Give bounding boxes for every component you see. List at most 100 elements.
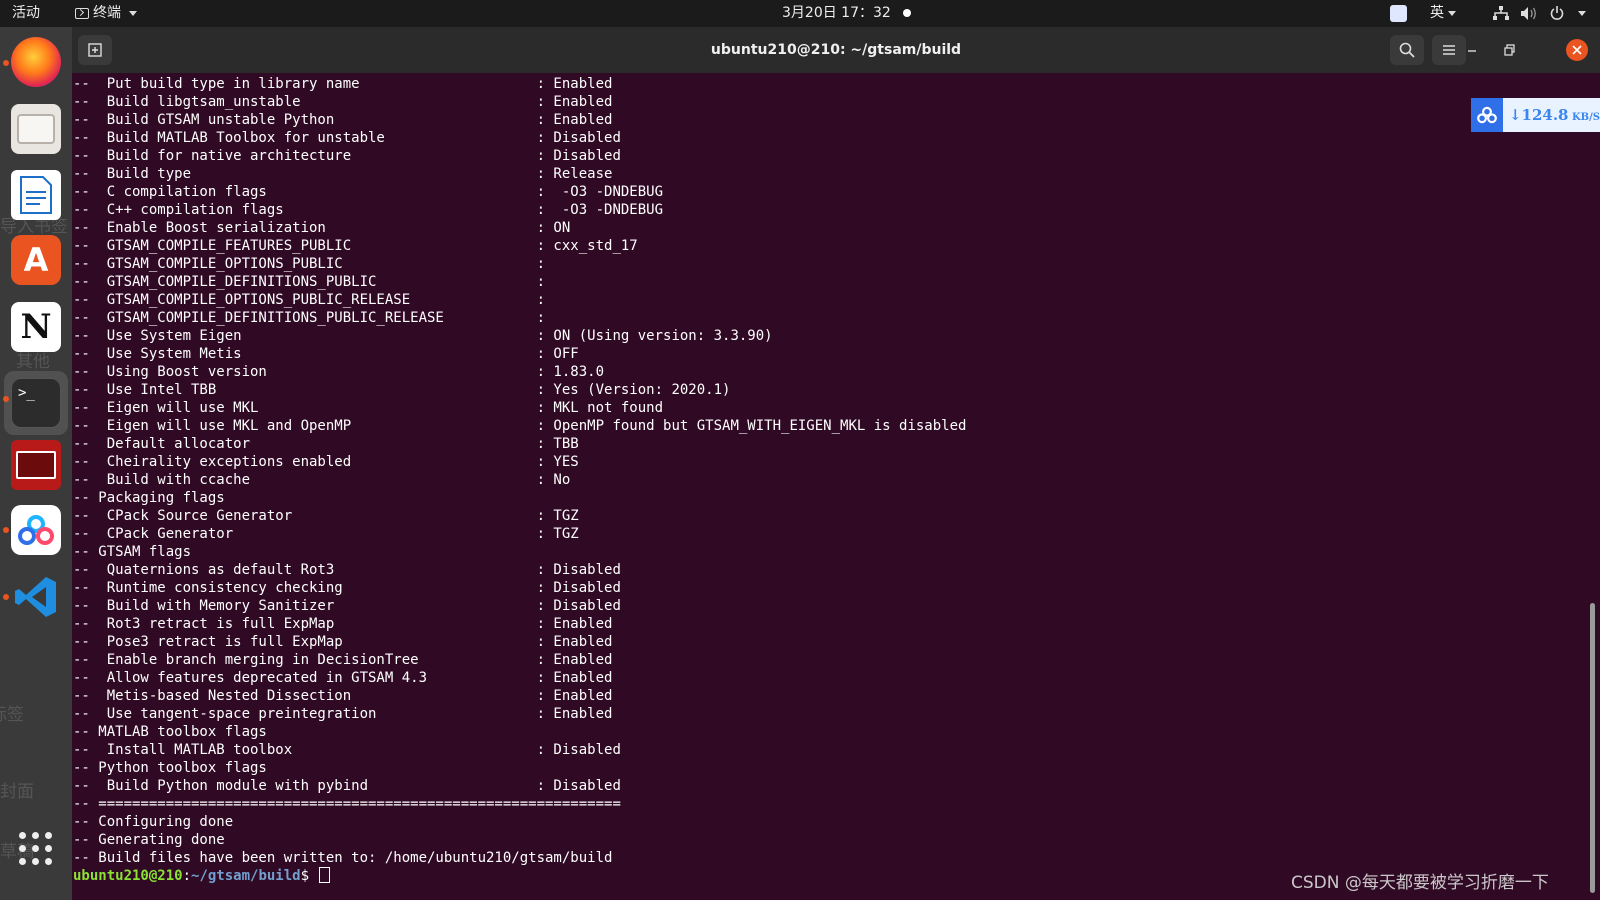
network-icon[interactable] xyxy=(1493,6,1509,20)
terminal-line: -- Configuring done xyxy=(73,814,234,830)
terminal-line: -- Cheirality exceptions enabled : YES xyxy=(73,454,579,470)
new-tab-icon xyxy=(88,43,102,57)
terminal-line: -- Enable branch merging in DecisionTree… xyxy=(73,652,613,668)
chevron-down-icon xyxy=(1448,10,1456,16)
close-button[interactable] xyxy=(1566,39,1588,61)
document-icon xyxy=(20,176,52,214)
speed-unit: KB/S xyxy=(1568,112,1600,123)
terminal-line: -- Build with ccache : No xyxy=(73,472,571,488)
search-button[interactable] xyxy=(1390,35,1424,65)
volume-icon[interactable] xyxy=(1521,7,1537,20)
maximize-button[interactable] xyxy=(1500,40,1520,60)
baidu-netdisk-tray-icon[interactable] xyxy=(1390,5,1407,22)
prompt-separator: : xyxy=(182,868,192,884)
terminal-output[interactable]: -- Put build type in library name : Enab… xyxy=(72,73,1600,900)
notion-icon[interactable]: N xyxy=(11,302,61,352)
terminal-line: -- Use tangent-space preintegration : En… xyxy=(73,706,613,722)
terminal-line: -- Python toolbox flags xyxy=(73,760,267,776)
remote-desktop-icon[interactable] xyxy=(11,440,61,490)
libreoffice-writer-icon[interactable] xyxy=(11,170,61,220)
terminal-line: -- GTSAM flags xyxy=(73,544,192,560)
restore-icon xyxy=(1504,44,1515,56)
terminal-line: -- Rot3 retract is full ExpMap : Enabled xyxy=(73,616,613,632)
terminal-line: -- Using Boost version : 1.83.0 xyxy=(73,364,605,380)
search-icon xyxy=(1399,42,1415,58)
terminal-line: -- Build files have been written to: /ho… xyxy=(73,850,613,866)
vscode-icon[interactable] xyxy=(11,572,61,622)
power-icon[interactable] xyxy=(1550,6,1564,20)
prompt-path: ~/gtsam/build xyxy=(191,868,301,884)
bg-text: 封面 xyxy=(0,782,34,802)
csdn-watermark: CSDN @每天都要被学习折磨一下 xyxy=(1291,873,1549,893)
terminal-line: -- Use System Metis : OFF xyxy=(73,346,579,362)
close-icon xyxy=(1572,45,1582,55)
input-method-indicator[interactable]: 英 xyxy=(1430,0,1456,27)
terminal-line: -- Put build type in library name : Enab… xyxy=(73,76,613,92)
terminal-line: -- Pose3 retract is full ExpMap : Enable… xyxy=(73,634,613,650)
baidu-netdisk-icon xyxy=(1471,98,1503,132)
cloud-icon xyxy=(18,515,54,545)
terminal-line: -- GTSAM_COMPILE_DEFINITIONS_PUBLIC_RELE… xyxy=(73,310,546,326)
show-apps-grid-icon[interactable] xyxy=(19,832,53,866)
terminal-line: -- C compilation flags : -O3 -DNDEBUG xyxy=(73,184,664,200)
app-center-icon[interactable]: A xyxy=(11,235,61,285)
running-indicator xyxy=(3,396,9,402)
terminal-line: -- =====================================… xyxy=(73,796,621,812)
terminal-line: -- CPack Generator : TGZ xyxy=(73,526,579,542)
top-bar: 活动 终端 3月20日 17：32 英 xyxy=(0,0,1600,27)
app-menu[interactable]: 终端 xyxy=(75,0,137,27)
terminal-line: -- C++ compilation flags : -O3 -DNDEBUG xyxy=(73,202,664,218)
clock[interactable]: 3月20日 17：32 xyxy=(782,0,891,27)
notification-dot-icon xyxy=(903,9,911,17)
terminal-line: -- Eigen will use MKL : MKL not found xyxy=(73,400,664,416)
terminal-line: -- Generating done xyxy=(73,832,225,848)
hamburger-menu-button[interactable] xyxy=(1432,35,1466,65)
terminal-line: -- Packaging flags xyxy=(73,490,225,506)
system-menu-chevron-icon[interactable] xyxy=(1574,0,1586,27)
terminal-line: -- Build GTSAM unstable Python : Enabled xyxy=(73,112,613,128)
terminal-line: -- MATLAB toolbox flags xyxy=(73,724,267,740)
running-indicator xyxy=(3,594,9,600)
download-speed-widget[interactable]: ↓124.8 KB/S xyxy=(1471,98,1600,132)
bg-text: 标签 xyxy=(0,705,24,725)
window-title: ubuntu210@210: ~/gtsam/build xyxy=(710,42,962,58)
cloud-icon xyxy=(1477,106,1497,124)
minimize-button[interactable] xyxy=(1462,40,1482,60)
terminal-line: -- GTSAM_COMPILE_FEATURES_PUBLIC : cxx_s… xyxy=(73,238,638,254)
download-speed-value: ↓124.8 KB/S xyxy=(1502,98,1600,132)
terminal-line: -- GTSAM_COMPILE_DEFINITIONS_PUBLIC : xyxy=(73,274,546,290)
vscode-logo-icon xyxy=(15,577,56,617)
terminal-line: -- CPack Source Generator : TGZ xyxy=(73,508,579,524)
firefox-icon[interactable] xyxy=(11,37,61,87)
scrollbar[interactable] xyxy=(1590,603,1595,893)
prompt-symbol: $ xyxy=(300,868,318,884)
terminal-line: -- Enable Boost serialization : ON xyxy=(73,220,571,236)
minimize-icon xyxy=(1468,50,1476,52)
running-indicator xyxy=(3,60,9,66)
running-indicator xyxy=(3,527,9,533)
terminal-line: -- Build type : Release xyxy=(73,166,613,182)
terminal-line: -- Metis-based Nested Dissection : Enabl… xyxy=(73,688,613,704)
hamburger-icon xyxy=(1443,45,1455,55)
activities-button[interactable]: 活动 xyxy=(12,0,40,27)
terminal-line: -- Build Python module with pybind : Dis… xyxy=(73,778,621,794)
terminal-line: -- Build with Memory Sanitizer : Disable… xyxy=(73,598,621,614)
dock: 导入书签 其他 标签 封面 草稿 A N >_ xyxy=(0,27,72,900)
terminal-line: -- Runtime consistency checking : Disabl… xyxy=(73,580,621,596)
terminal-line: -- GTSAM_COMPILE_OPTIONS_PUBLIC : xyxy=(73,256,546,272)
new-tab-button[interactable] xyxy=(78,35,112,65)
app-menu-label: 终端 xyxy=(93,5,121,21)
terminal-line: -- Build for native architecture : Disab… xyxy=(73,148,621,164)
terminal-line: -- Install MATLAB toolbox : Disabled xyxy=(73,742,621,758)
shell-prompt[interactable]: ubuntu210@210:~/gtsam/build$ xyxy=(73,867,966,885)
terminal-icon xyxy=(75,8,89,19)
files-icon[interactable] xyxy=(11,104,61,154)
terminal-line: -- Use Intel TBB : Yes (Version: 2020.1) xyxy=(73,382,731,398)
terminal-app-icon[interactable]: >_ xyxy=(11,378,61,428)
terminal-line: -- GTSAM_COMPILE_OPTIONS_PUBLIC_RELEASE … xyxy=(73,292,546,308)
terminal-line: -- Build MATLAB Toolbox for unstable : D… xyxy=(73,130,621,146)
baidu-netdisk-icon[interactable] xyxy=(11,505,61,555)
terminal-headerbar: ubuntu210@210: ~/gtsam/build xyxy=(72,27,1600,73)
terminal-line: -- Quaternions as default Rot3 : Disable… xyxy=(73,562,621,578)
chevron-down-icon xyxy=(129,11,137,16)
